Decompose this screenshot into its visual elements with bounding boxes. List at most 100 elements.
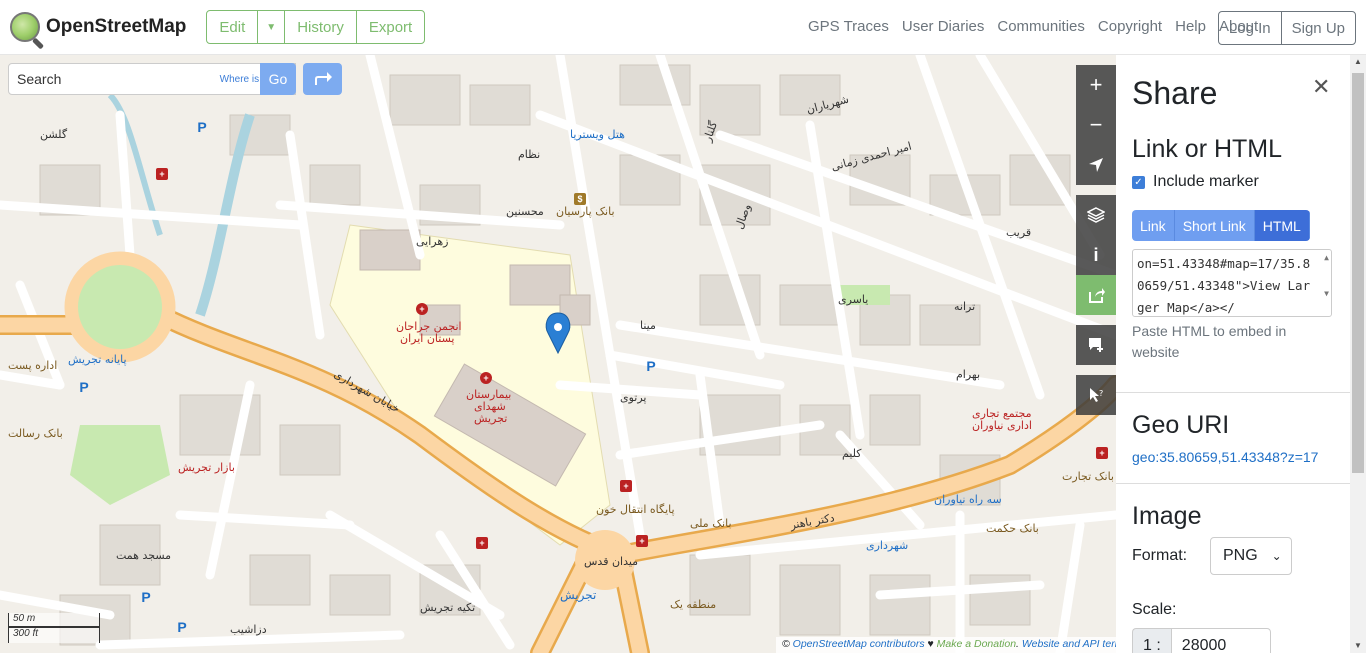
pharmacy-icon: + <box>156 168 168 180</box>
nav-copyright[interactable]: Copyright <box>1098 18 1162 35</box>
zoom-in-button[interactable]: + <box>1076 65 1116 105</box>
parking-icon: P <box>197 119 207 135</box>
zoom-out-button[interactable]: − <box>1076 105 1116 145</box>
include-marker-label: Include marker <box>1153 173 1259 190</box>
logo-text: OpenStreetMap <box>46 16 187 37</box>
logo[interactable]: OpenStreetMap <box>10 12 186 42</box>
map-label: منطقه یک <box>670 598 717 611</box>
chevron-down-icon: ⌄ <box>1271 549 1282 563</box>
textarea-scroll-arrows-icon: ▲ ▼ <box>1324 253 1329 298</box>
login-button[interactable]: Log In <box>1219 12 1282 44</box>
close-icon[interactable]: ✕ <box>1312 76 1332 98</box>
map-attribution: © OpenStreetMap contributors ♥ Make a Do… <box>776 637 1116 653</box>
search-go-button[interactable]: Go <box>260 63 296 95</box>
map-label: بانک تجارت <box>1062 470 1114 483</box>
tab-html[interactable]: HTML <box>1254 210 1310 241</box>
auth-buttons: Log In Sign Up <box>1217 11 1356 45</box>
map-label: سه راه نیاوران <box>934 493 1002 506</box>
attribution-terms-link[interactable]: Website and API terms <box>1022 638 1116 650</box>
nav-gps-traces[interactable]: GPS Traces <box>808 18 889 35</box>
map-label: بانک رسالت <box>8 427 63 440</box>
directions-button[interactable] <box>303 63 342 95</box>
share-button[interactable] <box>1076 275 1116 315</box>
nav-communities[interactable]: Communities <box>997 18 1085 35</box>
add-note-button[interactable] <box>1076 325 1116 365</box>
divider <box>1116 483 1350 484</box>
top-header: OpenStreetMap Edit ▼ History Export GPS … <box>0 0 1366 55</box>
bank-icon: $ <box>574 193 586 205</box>
link-html-heading: Link or HTML <box>1132 135 1283 163</box>
scale-input[interactable]: 28000 <box>1170 628 1271 653</box>
pharmacy-icon: + <box>620 480 632 492</box>
include-marker-checkbox[interactable]: ✓ Include marker <box>1132 173 1259 191</box>
scroll-up-icon[interactable]: ▲ <box>1354 57 1362 66</box>
tab-short-link[interactable]: Short Link <box>1174 210 1255 241</box>
scroll-down-icon[interactable]: ▼ <box>1354 641 1362 650</box>
map-label: پستان ایران <box>400 332 455 345</box>
map-label: تجریش <box>560 588 597 602</box>
scrollbar-thumb[interactable] <box>1352 73 1364 473</box>
minus-icon: − <box>1089 112 1103 137</box>
parking-icon: P <box>646 358 656 374</box>
search-input[interactable]: Search <box>17 71 220 87</box>
map-label: قریب <box>1006 226 1032 239</box>
embed-hint: Paste HTML to embed in website <box>1132 323 1287 360</box>
hospital-icon: + <box>480 372 492 384</box>
map-label: تکیه تجریش <box>420 601 476 614</box>
query-features-button[interactable]: ? <box>1076 375 1116 415</box>
osm-logo-icon <box>10 12 40 42</box>
parking-icon: P <box>79 379 89 395</box>
checkbox-checked-icon: ✓ <box>1132 175 1145 189</box>
main-nav: GPS Traces User Diaries Communities Copy… <box>808 18 1271 35</box>
export-button[interactable]: Export <box>357 11 424 43</box>
layers-icon <box>1087 207 1105 223</box>
plus-icon: + <box>1089 72 1103 97</box>
map-label: بانک ملی <box>690 517 732 530</box>
svg-text:?: ? <box>1099 389 1103 398</box>
map-label: زهرایی <box>416 235 449 248</box>
layers-button[interactable] <box>1076 195 1116 235</box>
map-label: پایگاه انتقال خون <box>596 503 675 516</box>
query-cursor-icon: ? <box>1090 388 1103 402</box>
geo-uri-heading: Geo URI <box>1132 411 1230 439</box>
scale-metric: 50 m <box>8 613 100 627</box>
attribution-contributors-link[interactable]: OpenStreetMap contributors <box>793 638 925 650</box>
map-label: تجریش <box>474 412 508 425</box>
map-label: دزاشیب <box>230 623 267 636</box>
attribution-donate-link[interactable]: Make a Donation <box>937 638 1016 650</box>
tab-link[interactable]: Link <box>1132 210 1175 241</box>
map-label: مینا <box>640 319 656 332</box>
locate-arrow-icon <box>1089 158 1103 172</box>
format-label: Format: <box>1132 547 1188 564</box>
map-label: یاسری <box>838 293 869 306</box>
signup-button[interactable]: Sign Up <box>1282 12 1355 44</box>
edit-dropdown-chevron-icon[interactable]: ▼ <box>258 11 286 43</box>
geo-uri-link[interactable]: geo:35.80659,51.43348?z=17 <box>1132 449 1318 465</box>
locate-button[interactable] <box>1076 145 1116 185</box>
map-key-button[interactable]: i <box>1076 235 1116 275</box>
sidebar-scrollbar[interactable]: ▲ ▼ <box>1350 55 1366 653</box>
divider <box>1116 392 1350 393</box>
directions-icon <box>314 72 332 85</box>
format-select[interactable]: PNG ⌄ <box>1210 537 1292 575</box>
image-heading: Image <box>1132 502 1202 530</box>
edit-button[interactable]: Edit <box>207 11 259 43</box>
parking-icon: P <box>141 589 151 605</box>
note-icon <box>1089 338 1103 352</box>
parking-icon: P <box>177 619 187 635</box>
scale-input-group: 1 : 28000 <box>1132 628 1271 653</box>
nav-help[interactable]: Help <box>1175 18 1206 35</box>
map-label: میدان قدس <box>584 555 639 568</box>
map-canvas[interactable]: انجمن جراحان پستان ایران بیمارستان شهدای… <box>0 55 1116 653</box>
map-label: کلیم <box>842 447 862 460</box>
html-code-textarea[interactable]: on=51.43348#map=17/35.80659/51.43348">Vi… <box>1132 249 1332 317</box>
history-button[interactable]: History <box>285 11 357 43</box>
map-label: بانک پارسیان <box>556 205 615 218</box>
hospital-icon: + <box>1096 447 1108 459</box>
scale-prefix: 1 : <box>1132 628 1171 653</box>
map-label: نظام <box>518 148 541 161</box>
map-label: مسجد همت <box>116 549 172 562</box>
hospital-icon: + <box>416 303 428 315</box>
map-label: اداری نیاوران <box>972 419 1032 432</box>
nav-user-diaries[interactable]: User Diaries <box>902 18 985 35</box>
